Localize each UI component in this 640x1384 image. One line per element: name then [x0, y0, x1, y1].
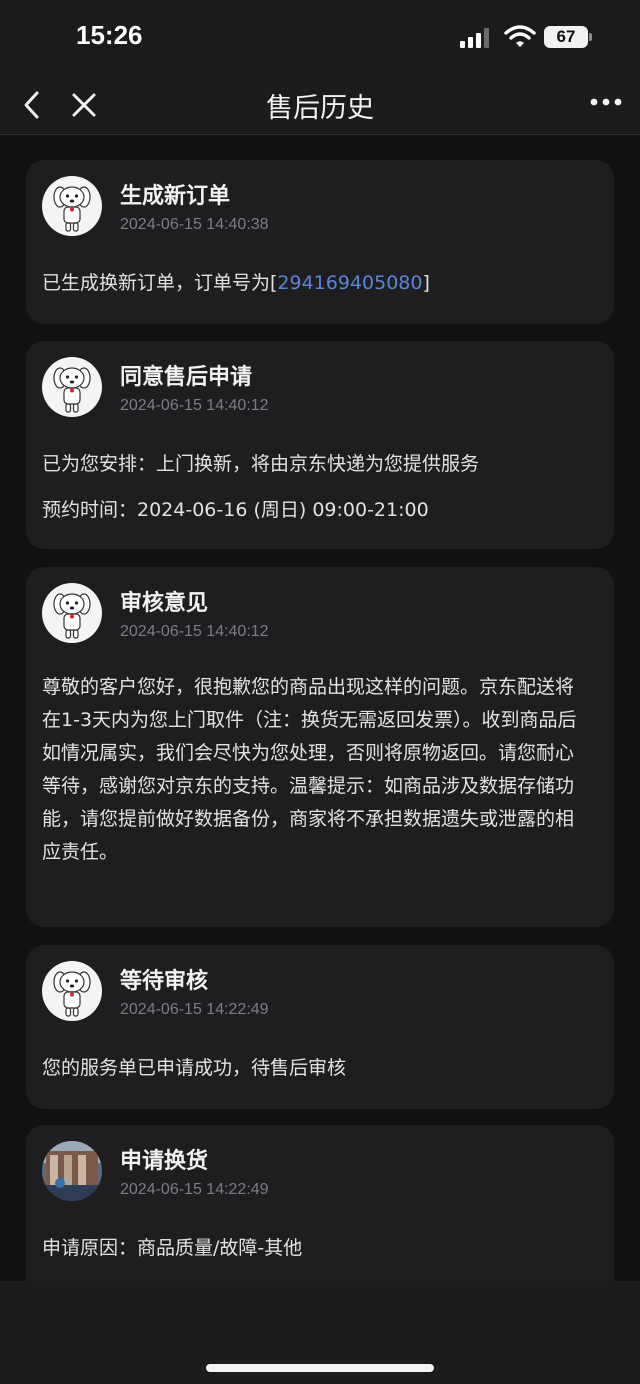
record-time: 2024-06-15 14:40:38: [120, 216, 269, 233]
record-time: 2024-06-15 14:22:49: [120, 1181, 269, 1198]
record-time: 2024-06-15 14:40:12: [120, 623, 269, 640]
wifi-icon: [504, 25, 536, 47]
page-title: 售后历史: [266, 93, 374, 124]
record-text-suffix: ]: [422, 272, 430, 294]
jd-mascot-icon: [42, 583, 102, 643]
record-title: 生成新订单: [120, 184, 231, 209]
nav-bar: 售后历史: [0, 76, 640, 135]
battery-tip: [589, 33, 592, 41]
jd-mascot-icon: [42, 357, 102, 417]
record-title: 申请换货: [120, 1149, 209, 1174]
record-card: 生成新订单 2024-06-15 14:40:38 已生成换新订单，订单号为[2…: [26, 160, 614, 324]
status-time: 15:26: [76, 20, 143, 50]
record-card: 等待审核 2024-06-15 14:22:49 您的服务单已申请成功，待售后审…: [26, 945, 614, 1109]
record-text: 已生成换新订单，订单号为[294169405080]: [42, 268, 598, 295]
record-card: 申请换货 2024-06-15 14:22:49 申请原因：商品质量/故障-其他: [26, 1125, 614, 1281]
home-indicator[interactable]: [206, 1364, 434, 1372]
order-number-link[interactable]: 294169405080: [277, 272, 422, 294]
jd-mascot-icon: [42, 176, 102, 236]
record-card: 审核意见 2024-06-15 14:40:12 尊敬的客户您好，很抱歉您的商品…: [26, 567, 614, 927]
record-text: 已为您安排：上门换新，将由京东快递为您提供服务: [42, 453, 480, 475]
cellular-signal-icon: [460, 28, 492, 48]
record-time: 2024-06-15 14:22:49: [120, 1001, 269, 1018]
appointment-time: 预约时间：2024-06-16 (周日) 09:00-21:00: [42, 499, 429, 521]
bottom-safe-area: [0, 1281, 640, 1384]
record-title: 同意售后申请: [120, 365, 253, 390]
after-sales-history-list[interactable]: 生成新订单 2024-06-15 14:40:38 已生成换新订单，订单号为[2…: [0, 135, 640, 1281]
apply-reason: 申请原因：商品质量/故障-其他: [42, 1237, 303, 1259]
record-time: 2024-06-15 14:40:12: [120, 397, 269, 414]
more-dots-icon[interactable]: [586, 90, 626, 120]
status-bar: 15:26 67: [0, 0, 640, 76]
record-card: 同意售后申请 2024-06-15 14:40:12 已为您安排：上门换新，将由…: [26, 341, 614, 549]
jd-mascot-icon: [42, 961, 102, 1021]
record-title: 等待审核: [120, 969, 209, 994]
user-avatar: [42, 1141, 102, 1201]
review-opinion-text: 尊敬的客户您好，很抱歉您的商品出现这样的问题。京东配送将 在1-3天内为您上门取…: [42, 676, 577, 863]
battery-level: 67: [544, 26, 588, 48]
record-text: 您的服务单已申请成功，待售后审核: [42, 1057, 347, 1079]
record-text-prefix: 已生成换新订单，订单号为[: [42, 272, 278, 294]
record-title: 审核意见: [120, 591, 209, 616]
